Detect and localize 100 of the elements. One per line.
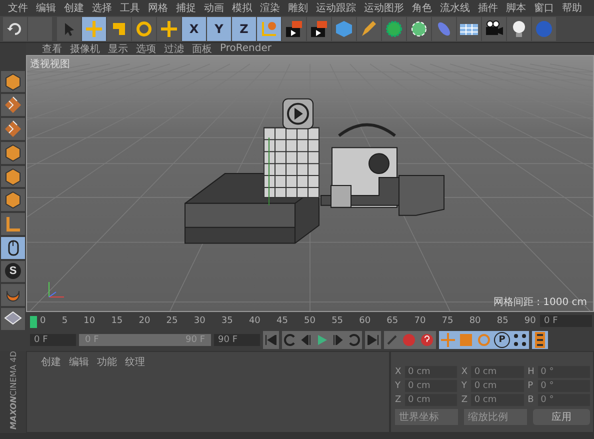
pen-icon[interactable] [357,16,381,41]
menu-item[interactable]: 运动跟踪 [312,1,360,16]
menu-item[interactable]: 捕捉 [172,1,200,16]
move-key-button[interactable] [439,331,457,350]
end-frame-field[interactable]: 90 F [214,334,260,346]
undo-icon [7,22,23,36]
menu-item[interactable]: 网格 [144,1,172,16]
viewport-menu-item[interactable]: 面板 [188,42,216,56]
step-back-icon [300,335,312,346]
axis-label: Z [461,394,468,405]
frame-tick-label: 20 [138,316,150,326]
material-menu-item[interactable]: 创建 [37,354,65,369]
coordinate-mode-dropdown[interactable]: 世界坐标 [395,408,458,425]
viewport-menu-item[interactable]: 选项 [132,42,160,56]
undo-button[interactable] [3,16,27,41]
viewport-menu-item[interactable]: 过滤 [160,42,188,56]
menu-item[interactable]: 创建 [60,1,88,16]
start-frame-field[interactable]: 0 F [30,334,76,346]
coordinate-field[interactable]: 0 cm [471,366,524,378]
menu-item[interactable]: 工具 [116,1,144,16]
menu-item[interactable]: 流水线 [436,1,474,16]
coordinate-field[interactable]: 0 cm [471,394,524,406]
frame-tick-label: 35 [221,316,233,326]
viewport-menu-item[interactable]: 显示 [104,42,132,56]
frame-tick-label: 30 [194,316,206,326]
clapper-icon[interactable] [307,16,331,41]
scale-tool-button[interactable] [107,16,131,41]
viewport[interactable]: 透视视图 网格间距 : 1000 cm [26,54,594,312]
viewport-menu-item[interactable]: ProRender [216,43,276,54]
menu-item[interactable]: 动画 [200,1,228,16]
snap-button[interactable]: S [1,260,25,282]
coordinate-field[interactable]: 0 cm [471,380,524,392]
coordinate-field[interactable]: 0 cm [405,380,458,392]
frame-tick-label: 40 [248,316,260,326]
frame-tick-label: 5 [62,316,68,326]
menu-item[interactable]: 选择 [88,1,116,16]
timeline-window-button[interactable] [532,331,548,350]
menu-item[interactable]: 文件 [4,1,32,16]
coordinate-field[interactable]: 0 cm [405,394,458,406]
menu-item[interactable]: 插件 [474,1,502,16]
frame-tick-label: 25 [166,316,178,326]
rotate-icon [135,20,153,38]
floor-icon[interactable] [457,16,481,41]
viewport-menu-item[interactable]: 查看 [38,42,66,56]
current-frame-field[interactable]: 0 F [540,314,592,327]
cube-icon[interactable] [1,189,25,212]
mouse-icon[interactable] [1,236,25,259]
step-forward-icon [332,335,344,346]
camera-icon[interactable] [482,16,506,41]
frame-tick-label: 50 [304,316,316,326]
clapper-icon[interactable] [282,16,306,41]
menu-item[interactable]: 渲染 [256,1,284,16]
frame-tick-label: 10 [84,316,96,326]
coordinate-field[interactable]: 0 ° [538,394,590,406]
frame-tick-label: 55 [332,316,344,326]
grid-spacing-label: 网格间距 : 1000 cm [493,296,587,309]
magnet-icon[interactable] [1,284,25,306]
menu-item[interactable]: 窗口 [530,1,558,16]
cube-icon[interactable] [1,142,25,164]
cube-icon[interactable] [1,70,25,92]
parameter-key-button[interactable]: P [494,332,510,348]
coordinate-field[interactable]: 0 cm [405,366,458,378]
material-menu-item[interactable]: 功能 [93,354,121,369]
coordinate-field[interactable]: 0 ° [538,366,590,378]
timeline-ruler[interactable]: 0 5 10 15 20 25 30 35 40 45 50 55 60 65 70 75 80 85 90 0 F [26,312,594,330]
material-menu-item[interactable]: 编辑 [65,354,93,369]
coordinate-mode-dropdown[interactable]: 缩放比例 [464,408,527,425]
menu-item[interactable]: 编辑 [32,1,60,16]
frame-tick-label: 60 [359,316,371,326]
menu-item[interactable]: 角色 [408,1,436,16]
cinema-logo: MAXONCINEMA 4D [0,350,26,434]
axis-lock-button[interactable]: Z [232,16,256,41]
move-tool-button[interactable] [82,16,106,41]
viewport-menu-item[interactable]: 摄像机 [66,42,104,56]
menu-item[interactable]: 帮助 [558,1,586,16]
apply-button[interactable]: 应用 [533,408,590,425]
axis-lock-button[interactable]: Y [207,16,231,41]
coordinate-system-button[interactable] [257,16,281,41]
move-tool-button[interactable] [157,16,181,41]
view-name: 透视视图 [30,58,70,71]
go-to-start-button[interactable] [263,331,279,350]
menu-item[interactable]: 脚本 [502,1,530,16]
playhead[interactable] [30,316,37,328]
y-axis-line [268,136,270,206]
frame-tick-label: 90 [524,316,536,326]
material-menu-item[interactable]: 纹理 [121,354,149,369]
axis-lock-button[interactable]: X [182,16,206,41]
frame-tick-label: 65 [386,316,398,326]
cube-icon[interactable] [1,166,25,188]
grid-icon[interactable] [1,308,25,330]
frame-tick-label: 70 [414,316,426,326]
axis-label: Y [395,380,402,391]
frame-tick-label: 75 [442,316,454,326]
rotate-tool-button[interactable] [132,16,156,41]
menu-item[interactable]: 运动图形 [360,1,408,16]
menu-item[interactable]: 雕刻 [284,1,312,16]
bulb-icon[interactable] [507,16,531,41]
go-to-end-button[interactable] [365,331,381,350]
coordinate-field[interactable]: 0 ° [538,380,590,392]
menu-item[interactable]: 模拟 [228,1,256,16]
